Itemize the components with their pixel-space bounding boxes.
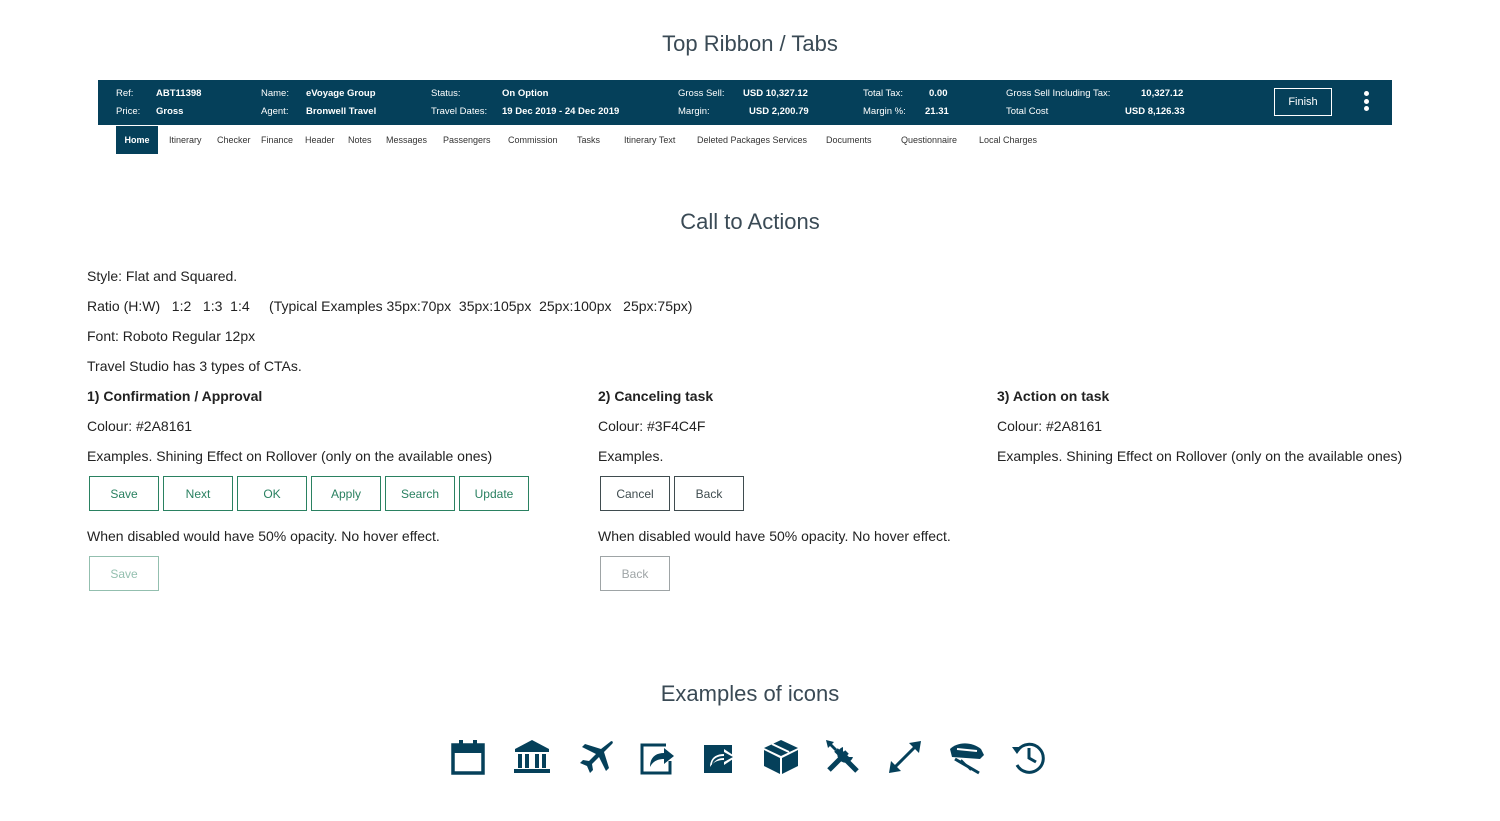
canceling-colour: Colour: #3F4C4F: [598, 418, 706, 434]
back-button[interactable]: Back: [674, 476, 744, 511]
font-note: Font: Roboto Regular 12px: [87, 328, 256, 344]
tab-local-charges[interactable]: Local Charges: [979, 126, 1037, 154]
finish-button[interactable]: Finish: [1274, 88, 1332, 116]
action-examples: Examples. Shining Effect on Rollover (on…: [997, 448, 1403, 464]
confirmation-colour: Colour: #2A8161: [87, 418, 193, 434]
price-value: Gross: [156, 106, 184, 117]
margin-pct-value: 21.31: [925, 106, 949, 117]
status-value: On Option: [502, 88, 549, 99]
more-menu-icon[interactable]: [1358, 90, 1374, 116]
canceling-heading: 2) Canceling task: [598, 388, 714, 404]
history-icon: [1009, 737, 1049, 777]
tab-checker[interactable]: Checker: [217, 126, 251, 154]
resize-icon: [885, 737, 925, 777]
package-icon: [761, 737, 801, 777]
search-button[interactable]: Search: [385, 476, 455, 511]
share-icon: [638, 737, 678, 777]
update-button[interactable]: Update: [459, 476, 529, 511]
tab-questionnaire[interactable]: Questionnaire: [901, 126, 957, 154]
train-icon: [947, 737, 987, 777]
tab-header[interactable]: Header: [305, 126, 335, 154]
confirmation-heading: 1) Confirmation / Approval: [87, 388, 263, 404]
export-icon: [700, 737, 740, 777]
status-label: Status:: [431, 88, 461, 99]
action-heading: 3) Action on task: [997, 388, 1110, 404]
tab-finance[interactable]: Finance: [261, 126, 293, 154]
total-cost-value: USD 8,126.33: [1125, 106, 1185, 117]
tools-icon: [823, 737, 863, 777]
agent-value: Bronwell Travel: [306, 106, 377, 117]
save-button[interactable]: Save: [89, 476, 159, 511]
agent-label: Agent:: [261, 106, 289, 117]
travel-dates-label: Travel Dates:: [431, 106, 488, 117]
name-label: Name:: [261, 88, 289, 99]
margin-pct-label: Margin %:: [863, 106, 906, 117]
gross-incl-tax-label: Gross Sell Including Tax:: [1006, 88, 1111, 99]
back-button-disabled: Back: [600, 556, 670, 591]
next-button[interactable]: Next: [163, 476, 233, 511]
cancel-button[interactable]: Cancel: [600, 476, 670, 511]
tab-tasks[interactable]: Tasks: [577, 126, 600, 154]
total-tax-label: Total Tax:: [863, 88, 903, 99]
tab-passengers[interactable]: Passengers: [443, 126, 491, 154]
cta-types-note: Travel Studio has 3 types of CTAs.: [87, 358, 302, 374]
top-ribbon: Ref: ABT11398 Price: Gross Name: eVoyage…: [98, 80, 1392, 125]
gross-sell-value: USD 10,327.12: [743, 88, 808, 99]
tab-notes[interactable]: Notes: [348, 126, 372, 154]
bank-icon: [512, 737, 552, 777]
section-title-cta: Call to Actions: [680, 209, 820, 234]
confirmation-examples: Examples. Shining Effect on Rollover (on…: [87, 448, 493, 464]
name-value: eVoyage Group: [306, 88, 376, 99]
tab-deleted-packages-services[interactable]: Deleted Packages Services: [697, 126, 807, 154]
calendar-icon: [448, 737, 488, 777]
gross-sell-label: Gross Sell:: [678, 88, 725, 99]
section-title-ribbon: Top Ribbon / Tabs: [662, 31, 838, 56]
style-note: Style: Flat and Squared.: [87, 268, 238, 284]
gross-incl-tax-value: 10,327.12: [1141, 88, 1184, 99]
tab-itinerary-text[interactable]: Itinerary Text: [624, 126, 675, 154]
save-button-disabled: Save: [89, 556, 159, 591]
tab-home[interactable]: Home: [116, 126, 158, 154]
ratio-note: Ratio (H:W) 1:2 1:3 1:4 (Typical Example…: [87, 298, 693, 314]
margin-label: Margin:: [678, 106, 710, 117]
ok-button[interactable]: OK: [237, 476, 307, 511]
travel-dates-value: 19 Dec 2019 - 24 Dec 2019: [502, 106, 620, 117]
confirmation-disabled-note: When disabled would have 50% opacity. No…: [87, 528, 440, 544]
total-tax-value: 0.00: [929, 88, 948, 99]
section-title-icons: Examples of icons: [660, 681, 840, 706]
tab-messages[interactable]: Messages: [386, 126, 427, 154]
tab-commission[interactable]: Commission: [508, 126, 558, 154]
airplane-icon: [576, 737, 616, 777]
ref-label: Ref:: [116, 88, 134, 99]
tab-itinerary[interactable]: Itinerary: [169, 126, 202, 154]
total-cost-label: Total Cost: [1006, 106, 1049, 117]
canceling-disabled-note: When disabled would have 50% opacity. No…: [598, 528, 951, 544]
canceling-examples: Examples.: [598, 448, 664, 464]
apply-button[interactable]: Apply: [311, 476, 381, 511]
tab-documents[interactable]: Documents: [826, 126, 872, 154]
margin-value: USD 2,200.79: [749, 106, 809, 117]
price-label: Price:: [116, 106, 141, 117]
ref-value: ABT11398: [156, 88, 202, 99]
action-colour: Colour: #2A8161: [997, 418, 1103, 434]
